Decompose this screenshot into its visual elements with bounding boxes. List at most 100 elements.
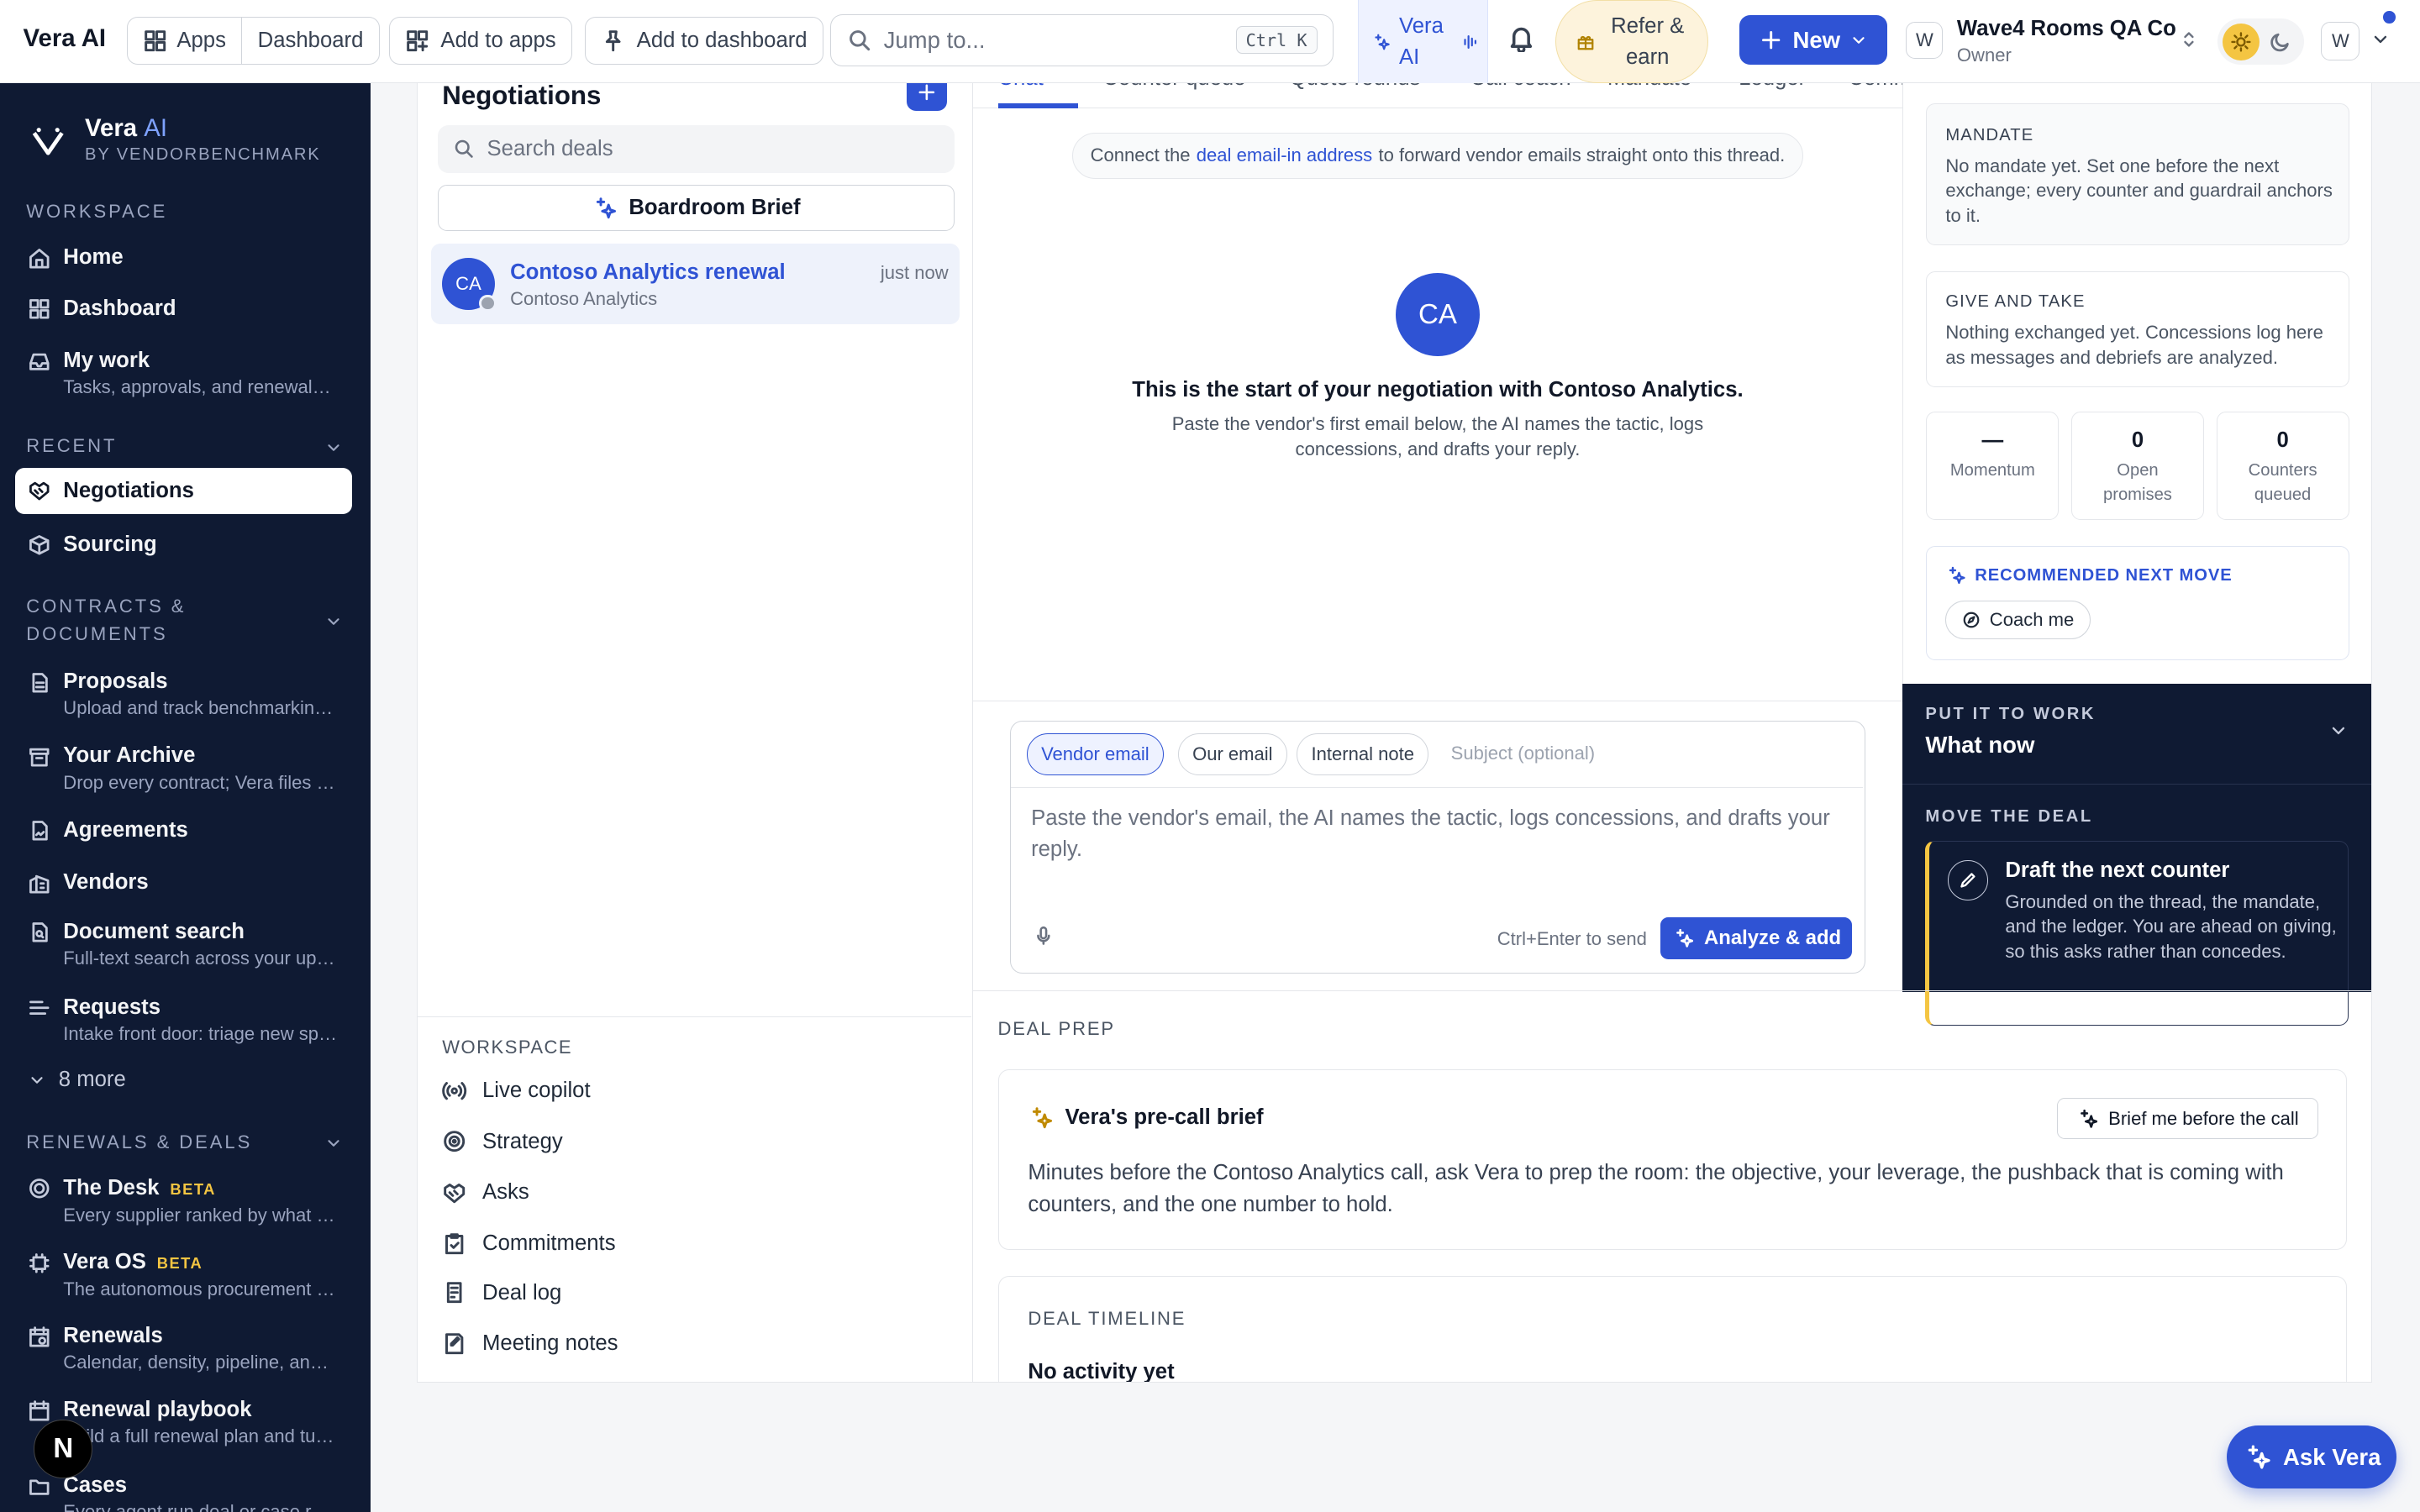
workspace-item-meeting-notes[interactable]: Meeting notes bbox=[442, 1331, 618, 1356]
sidebar-item-label: Home bbox=[63, 245, 124, 270]
deal-search-input[interactable]: Search deals bbox=[437, 124, 955, 173]
sidebar-item-agreements[interactable]: Agreements bbox=[15, 816, 351, 844]
section-workspace: WORKSPACE bbox=[26, 201, 168, 223]
sidebar-item-dashboard[interactable]: Dashboard bbox=[15, 295, 351, 323]
chevron-down-icon[interactable] bbox=[324, 438, 343, 457]
vera-ai-button[interactable]: Vera AI bbox=[1358, 0, 1488, 84]
sun-icon[interactable] bbox=[2222, 23, 2260, 60]
sidebar-item-sourcing[interactable]: Sourcing bbox=[15, 531, 351, 559]
apps-button[interactable]: Apps bbox=[128, 18, 242, 64]
recommended-move-caption: RECOMMENDED NEXT MOVE bbox=[1975, 565, 2233, 585]
new-button[interactable]: New bbox=[1739, 15, 1888, 66]
sidebar-item-vera-os[interactable]: Vera OS BETA The autonomous procurement en… bbox=[15, 1248, 351, 1301]
message-input[interactable]: Paste the vendor's email, the AI names t… bbox=[1031, 803, 1849, 864]
deal-search-placeholder: Search deals bbox=[487, 136, 613, 160]
boardroom-brief-button[interactable]: Boardroom Brief bbox=[437, 185, 955, 232]
tab-ledger[interactable]: Ledger bbox=[1739, 83, 1806, 91]
theme-toggle[interactable] bbox=[2217, 18, 2305, 66]
ask-vera-button[interactable]: Ask Vera bbox=[2227, 1425, 2397, 1489]
brief-me-button[interactable]: Brief me before the call bbox=[2056, 1097, 2318, 1140]
sidebar-item-label: Renewal playbook bbox=[63, 1398, 252, 1422]
notifications-button[interactable] bbox=[1507, 24, 1536, 53]
chevron-down-icon[interactable] bbox=[324, 612, 343, 631]
tab-quote-rounds[interactable]: Quote rounds bbox=[1290, 83, 1421, 91]
sidebar-item-document-search[interactable]: Document search Full-text search across y… bbox=[15, 918, 351, 970]
workspace-item-asks[interactable]: Asks bbox=[442, 1180, 529, 1205]
chevron-down-icon[interactable] bbox=[2328, 721, 2349, 741]
moon-icon[interactable] bbox=[2269, 30, 2292, 54]
stat-value: 0 bbox=[2131, 428, 2144, 452]
active-tab-indicator bbox=[997, 103, 1078, 108]
workspace-item-label: Meeting notes bbox=[482, 1331, 618, 1356]
workspace-item-strategy[interactable]: Strategy bbox=[442, 1129, 563, 1153]
add-deal-button[interactable] bbox=[907, 83, 947, 112]
sidebar-item-vendors[interactable]: Vendors bbox=[15, 869, 351, 896]
app-title[interactable]: Vera AI bbox=[24, 24, 107, 53]
chip-internal-note[interactable]: Internal note bbox=[1296, 733, 1429, 775]
sidebar-item-archive[interactable]: Your Archive Drop every contract; Vera fi… bbox=[15, 742, 351, 794]
give-take-caption: GIVE AND TAKE bbox=[1945, 292, 2086, 312]
target-icon bbox=[29, 1179, 50, 1199]
workspace-item-deal-log[interactable]: Deal log bbox=[442, 1280, 561, 1305]
draft-next-counter-card[interactable]: Draft the next counter Grounded on the t… bbox=[1925, 840, 2349, 1026]
sparkle-icon bbox=[1033, 1107, 1053, 1129]
chip-vendor-email[interactable]: Vendor email bbox=[1026, 733, 1165, 775]
sidebar-item-negotiations[interactable]: Negotiations bbox=[15, 467, 352, 514]
tab-mandate[interactable]: Mandate bbox=[1607, 83, 1691, 91]
workspace-switcher[interactable] bbox=[2179, 29, 2199, 50]
chevron-down-icon[interactable] bbox=[324, 1134, 343, 1152]
boardroom-brief-label: Boardroom Brief bbox=[629, 196, 801, 220]
sidebar-item-requests[interactable]: Requests Intake front door: triage new sp… bbox=[15, 994, 351, 1046]
stat-label: Open promises bbox=[2103, 461, 2172, 505]
sidebar-item-desc: Drop every contract; Vera files them bbox=[63, 771, 339, 793]
stat-label: Momentum bbox=[1949, 461, 2035, 480]
email-in-link[interactable]: deal email-in address bbox=[1197, 144, 1372, 166]
sidebar-item-label: Document search bbox=[63, 919, 245, 943]
workspace-item-live-copilot[interactable]: Live copilot bbox=[442, 1079, 591, 1103]
put-it-to-work-title: What now bbox=[1925, 731, 2035, 758]
workspace-avatar[interactable]: W bbox=[1906, 21, 1944, 59]
beta-badge: BETA bbox=[156, 1253, 203, 1272]
mandate-card[interactable]: MANDATE No mandate yet. Set one before t… bbox=[1926, 103, 2349, 246]
sidebar-brand[interactable]: Vera AI bbox=[85, 114, 167, 143]
deal-list-item[interactable]: CA Contoso Analytics renewal Contoso Ana… bbox=[431, 244, 960, 324]
grid-icon bbox=[145, 30, 166, 52]
add-to-dashboard-button[interactable]: Add to dashboard bbox=[585, 17, 823, 66]
jump-to-search[interactable]: Jump to... Ctrl K bbox=[830, 13, 1334, 66]
tab-commitments[interactable]: Commitments bbox=[1849, 83, 1902, 91]
deal-timestamp: just now bbox=[880, 262, 949, 284]
sidebar-item-label: Renewals bbox=[63, 1324, 163, 1348]
subject-input[interactable]: Subject (optional) bbox=[1451, 743, 1595, 764]
analyze-add-button[interactable]: Analyze & add bbox=[1660, 916, 1853, 959]
workspace-item-label: Commitments bbox=[482, 1231, 616, 1255]
pre-call-brief-title: Vera's pre-call brief bbox=[1065, 1105, 1264, 1130]
refer-earn-button[interactable]: Refer & earn bbox=[1555, 0, 1709, 84]
sidebar-item-the-desk[interactable]: The Desk BETA Every supplier ranked by wha… bbox=[15, 1174, 351, 1227]
dictate-button[interactable] bbox=[1033, 925, 1055, 947]
analyze-add-label: Analyze & add bbox=[1704, 926, 1842, 949]
n-assistant-button[interactable]: N bbox=[34, 1419, 93, 1478]
sidebar-item-renewals[interactable]: Renewals Calendar, density, pipeline, and… bbox=[15, 1322, 351, 1374]
sidebar-item-my-work[interactable]: My work Tasks, approvals, and renewals ne… bbox=[15, 347, 351, 399]
mandate-text: No mandate yet. Set one before the next … bbox=[1945, 155, 2333, 226]
add-to-apps-button[interactable]: Add to apps bbox=[388, 17, 572, 66]
workspace-item-commitments[interactable]: Commitments bbox=[442, 1231, 616, 1256]
sidebar-more[interactable]: 8 more bbox=[15, 1066, 351, 1094]
tab-call-coach[interactable]: Call coach bbox=[1470, 83, 1571, 91]
user-menu-chevron[interactable] bbox=[2370, 29, 2391, 50]
give-take-text: Nothing exchanged yet. Concessions log h… bbox=[1945, 322, 2323, 368]
section-contracts-line1: CONTRACTS & bbox=[26, 596, 187, 617]
grid-plus-icon bbox=[407, 30, 429, 52]
coach-me-button[interactable]: Coach me bbox=[1945, 601, 2091, 640]
chip-our-email[interactable]: Our email bbox=[1177, 733, 1288, 775]
tab-counter-queue[interactable]: Counter queue bbox=[1102, 83, 1245, 91]
add-to-apps-label: Add to apps bbox=[440, 29, 556, 53]
user-avatar[interactable]: W bbox=[2321, 21, 2360, 60]
plus-icon bbox=[918, 84, 935, 101]
sidebar-item-proposals[interactable]: Proposals Upload and track benchmarking r… bbox=[15, 668, 351, 720]
sparkle-icon bbox=[2248, 1445, 2270, 1469]
sidebar-item-home[interactable]: Home bbox=[15, 244, 351, 271]
tab-chat[interactable]: Chat bbox=[997, 83, 1043, 91]
workspace-name[interactable]: Wave4 Rooms QA Co bbox=[1957, 17, 2176, 41]
dashboard-button[interactable]: Dashboard bbox=[241, 18, 378, 65]
